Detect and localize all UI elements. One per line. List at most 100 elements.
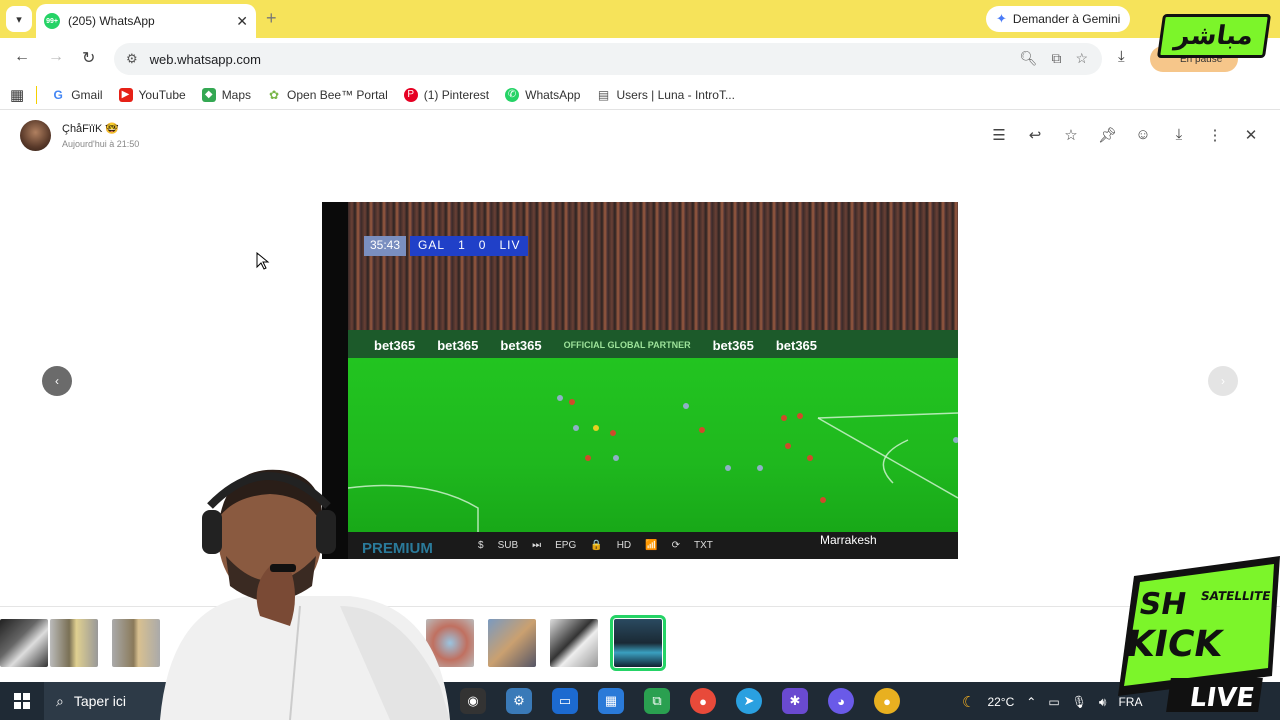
tv-bar-item: $ bbox=[478, 540, 484, 551]
taskbar-apps: ◉ ⚙ ▭ ▦ ⧉ ● ➤ ✱ ◕ ● bbox=[460, 688, 900, 714]
table-icon: ▤ bbox=[597, 87, 610, 102]
bookmark-pinterest[interactable]: P (1) Pinterest bbox=[403, 87, 490, 102]
avatar[interactable] bbox=[20, 120, 51, 151]
bookmark-gmail[interactable]: G Gmail bbox=[51, 87, 103, 102]
download-icon[interactable]: ⤓ bbox=[1170, 126, 1188, 144]
score-overlay: 35:43 GAL 1 0 LIV bbox=[364, 236, 529, 256]
network-app-icon[interactable]: ✱ bbox=[782, 688, 808, 714]
gmail-icon: G bbox=[53, 87, 63, 102]
media-actions: ☰ ↩ ☆ 📌︎ ☺ ⤓ ⋮ ✕ bbox=[990, 126, 1260, 144]
tv-bar-item: 🔒 bbox=[590, 540, 603, 551]
zoom-icon[interactable]: 🔍︎ bbox=[1020, 50, 1038, 67]
channel-logo: مباشر bbox=[1156, 14, 1272, 58]
close-icon[interactable]: ✕ bbox=[236, 13, 248, 30]
reply-icon[interactable]: ↩ bbox=[1026, 126, 1044, 144]
tv-bar-item: HD bbox=[616, 540, 632, 551]
discord-icon[interactable]: ◕ bbox=[828, 688, 854, 714]
settings-app-icon[interactable]: ⚙ bbox=[506, 688, 532, 714]
chrome-icon-2[interactable]: ● bbox=[874, 688, 900, 714]
search-placeholder: Taper ici bbox=[73, 693, 126, 709]
pin-icon[interactable]: 📌︎ bbox=[1098, 126, 1117, 144]
message-icon[interactable]: ☰ bbox=[990, 126, 1008, 144]
previous-media-button[interactable]: ‹ bbox=[42, 366, 72, 396]
media-thumbnail[interactable] bbox=[488, 619, 536, 667]
site-settings-icon[interactable]: ⚙ bbox=[126, 51, 138, 67]
reload-icon[interactable]: ↻ bbox=[82, 48, 95, 68]
bookmarks-bar: ▦ G Gmail ▶ YouTube ◆ Maps ✿ Open Bee™ Porta… bbox=[0, 80, 1280, 110]
sender-name: ÇhåFïïK 🤓 bbox=[62, 123, 120, 135]
emoji-icon[interactable]: ☺ bbox=[1134, 126, 1152, 144]
sparkle-icon: ✦ bbox=[996, 11, 1007, 26]
bookmark-star-icon[interactable]: ☆ bbox=[1075, 50, 1088, 67]
moon-weather-icon: ☾ bbox=[962, 694, 976, 711]
install-app-icon[interactable]: ⧉ bbox=[1051, 50, 1061, 67]
tv-bar-item: EPG bbox=[555, 540, 577, 551]
apps-grid-icon[interactable]: ▦ bbox=[10, 86, 24, 104]
away-team: LIV bbox=[499, 238, 521, 252]
score-teams: GAL 1 0 LIV bbox=[410, 236, 529, 256]
download-icon[interactable]: ⤓ bbox=[1118, 48, 1125, 65]
bookmark-luna[interactable]: ▤ Users | Luna - IntroT... bbox=[596, 88, 735, 102]
microphone-icon[interactable]: 🎙︎ bbox=[1072, 695, 1087, 709]
star-icon[interactable]: ☆ bbox=[1062, 126, 1080, 144]
navigation-bar: ← → ↻ ⚙ web.whatsapp.com 🔍︎ ⧉ ☆ ⤓ En pau… bbox=[0, 38, 1280, 80]
ad-text: bet365 bbox=[712, 337, 754, 353]
bookmark-label: (1) Pinterest bbox=[423, 87, 490, 102]
back-arrow-icon[interactable]: ← bbox=[14, 48, 30, 66]
pinterest-icon: P bbox=[403, 87, 418, 102]
forward-arrow-icon[interactable]: → bbox=[48, 48, 64, 66]
media-thumbnail[interactable] bbox=[50, 619, 98, 667]
bookmark-label: Open Bee™ Portal bbox=[287, 87, 388, 102]
bookmarks-divider bbox=[36, 85, 38, 104]
volume-icon[interactable]: 🔊︎ bbox=[1099, 695, 1107, 710]
temperature[interactable]: 22°C bbox=[987, 695, 1014, 709]
message-timestamp: Aujourd'hui à 21:50 bbox=[62, 139, 140, 149]
tv-bar-item: ⏭ bbox=[532, 540, 542, 551]
home-score: 1 bbox=[458, 238, 466, 252]
tab-search-button[interactable]: ▾ bbox=[6, 6, 32, 32]
new-tab-button[interactable]: + bbox=[266, 8, 277, 29]
media-thumbnail[interactable] bbox=[0, 619, 48, 667]
calculator-icon[interactable]: ▦ bbox=[598, 688, 624, 714]
media-viewer-header: ÇhåFïïK 🤓 Aujourd'hui à 21:50 ☰ ↩ ☆ 📌︎ ☺… bbox=[0, 112, 1280, 162]
chevron-down-icon: ▾ bbox=[16, 13, 22, 26]
ad-text: bet365 bbox=[500, 337, 542, 353]
bookmark-label: Gmail bbox=[71, 87, 103, 102]
stadium-crowd bbox=[348, 202, 958, 342]
match-clock: 35:43 bbox=[364, 236, 407, 256]
home-team: GAL bbox=[418, 238, 446, 252]
ad-boards: bet365 bet365 bet365 OFFICIAL GLOBAL PAR… bbox=[348, 330, 958, 360]
bookmark-label: WhatsApp bbox=[525, 87, 581, 102]
next-media-button[interactable]: › bbox=[1208, 366, 1238, 396]
tv-bar-item: SUB bbox=[497, 540, 519, 551]
file-explorer-icon[interactable]: ▭ bbox=[552, 688, 578, 714]
telegram-icon[interactable]: ➤ bbox=[736, 688, 762, 714]
browser-tab-strip: ▾ 99+ (205) WhatsApp ✕ + ✦ Demander à Ge… bbox=[0, 0, 1280, 38]
openbee-icon: ✿ bbox=[269, 87, 280, 102]
obs-icon[interactable]: ◉ bbox=[460, 688, 486, 714]
search-icon: ⌕ bbox=[56, 692, 64, 709]
whatsapp-icon: ✆ bbox=[505, 87, 520, 102]
more-options-icon[interactable]: ⋮ bbox=[1206, 126, 1224, 144]
logo-text-kick: KICK bbox=[1123, 622, 1228, 665]
tab-whatsapp[interactable]: 99+ (205) WhatsApp ✕ bbox=[36, 4, 256, 38]
chrome-icon[interactable]: ● bbox=[690, 688, 716, 714]
gemini-button[interactable]: ✦ Demander à Gemini bbox=[986, 6, 1131, 32]
tv-bar-item: TXT bbox=[694, 540, 713, 551]
gemini-label: Demander à Gemini bbox=[1012, 12, 1121, 26]
bookmark-maps[interactable]: ◆ Maps bbox=[201, 87, 251, 102]
bookmark-whatsapp[interactable]: ✆ WhatsApp bbox=[505, 87, 581, 102]
url-text: web.whatsapp.com bbox=[149, 51, 261, 67]
media-thumbnail[interactable] bbox=[550, 619, 598, 667]
network-icon[interactable]: ▭ bbox=[1048, 695, 1059, 709]
office-app-icon[interactable]: ⧉ bbox=[644, 688, 670, 714]
address-bar[interactable]: ⚙ web.whatsapp.com 🔍︎ ⧉ ☆ bbox=[114, 43, 1102, 75]
close-icon[interactable]: ✕ bbox=[1242, 126, 1260, 144]
chevron-up-icon[interactable]: ⌃ bbox=[1026, 695, 1036, 709]
bookmark-youtube[interactable]: ▶ YouTube bbox=[118, 87, 186, 102]
ad-text: bet365 bbox=[437, 337, 479, 353]
bookmark-openbee[interactable]: ✿ Open Bee™ Portal bbox=[267, 88, 388, 102]
media-thumbnail-selected[interactable] bbox=[610, 615, 666, 671]
players bbox=[557, 395, 958, 503]
windows-start-icon[interactable] bbox=[14, 693, 30, 709]
